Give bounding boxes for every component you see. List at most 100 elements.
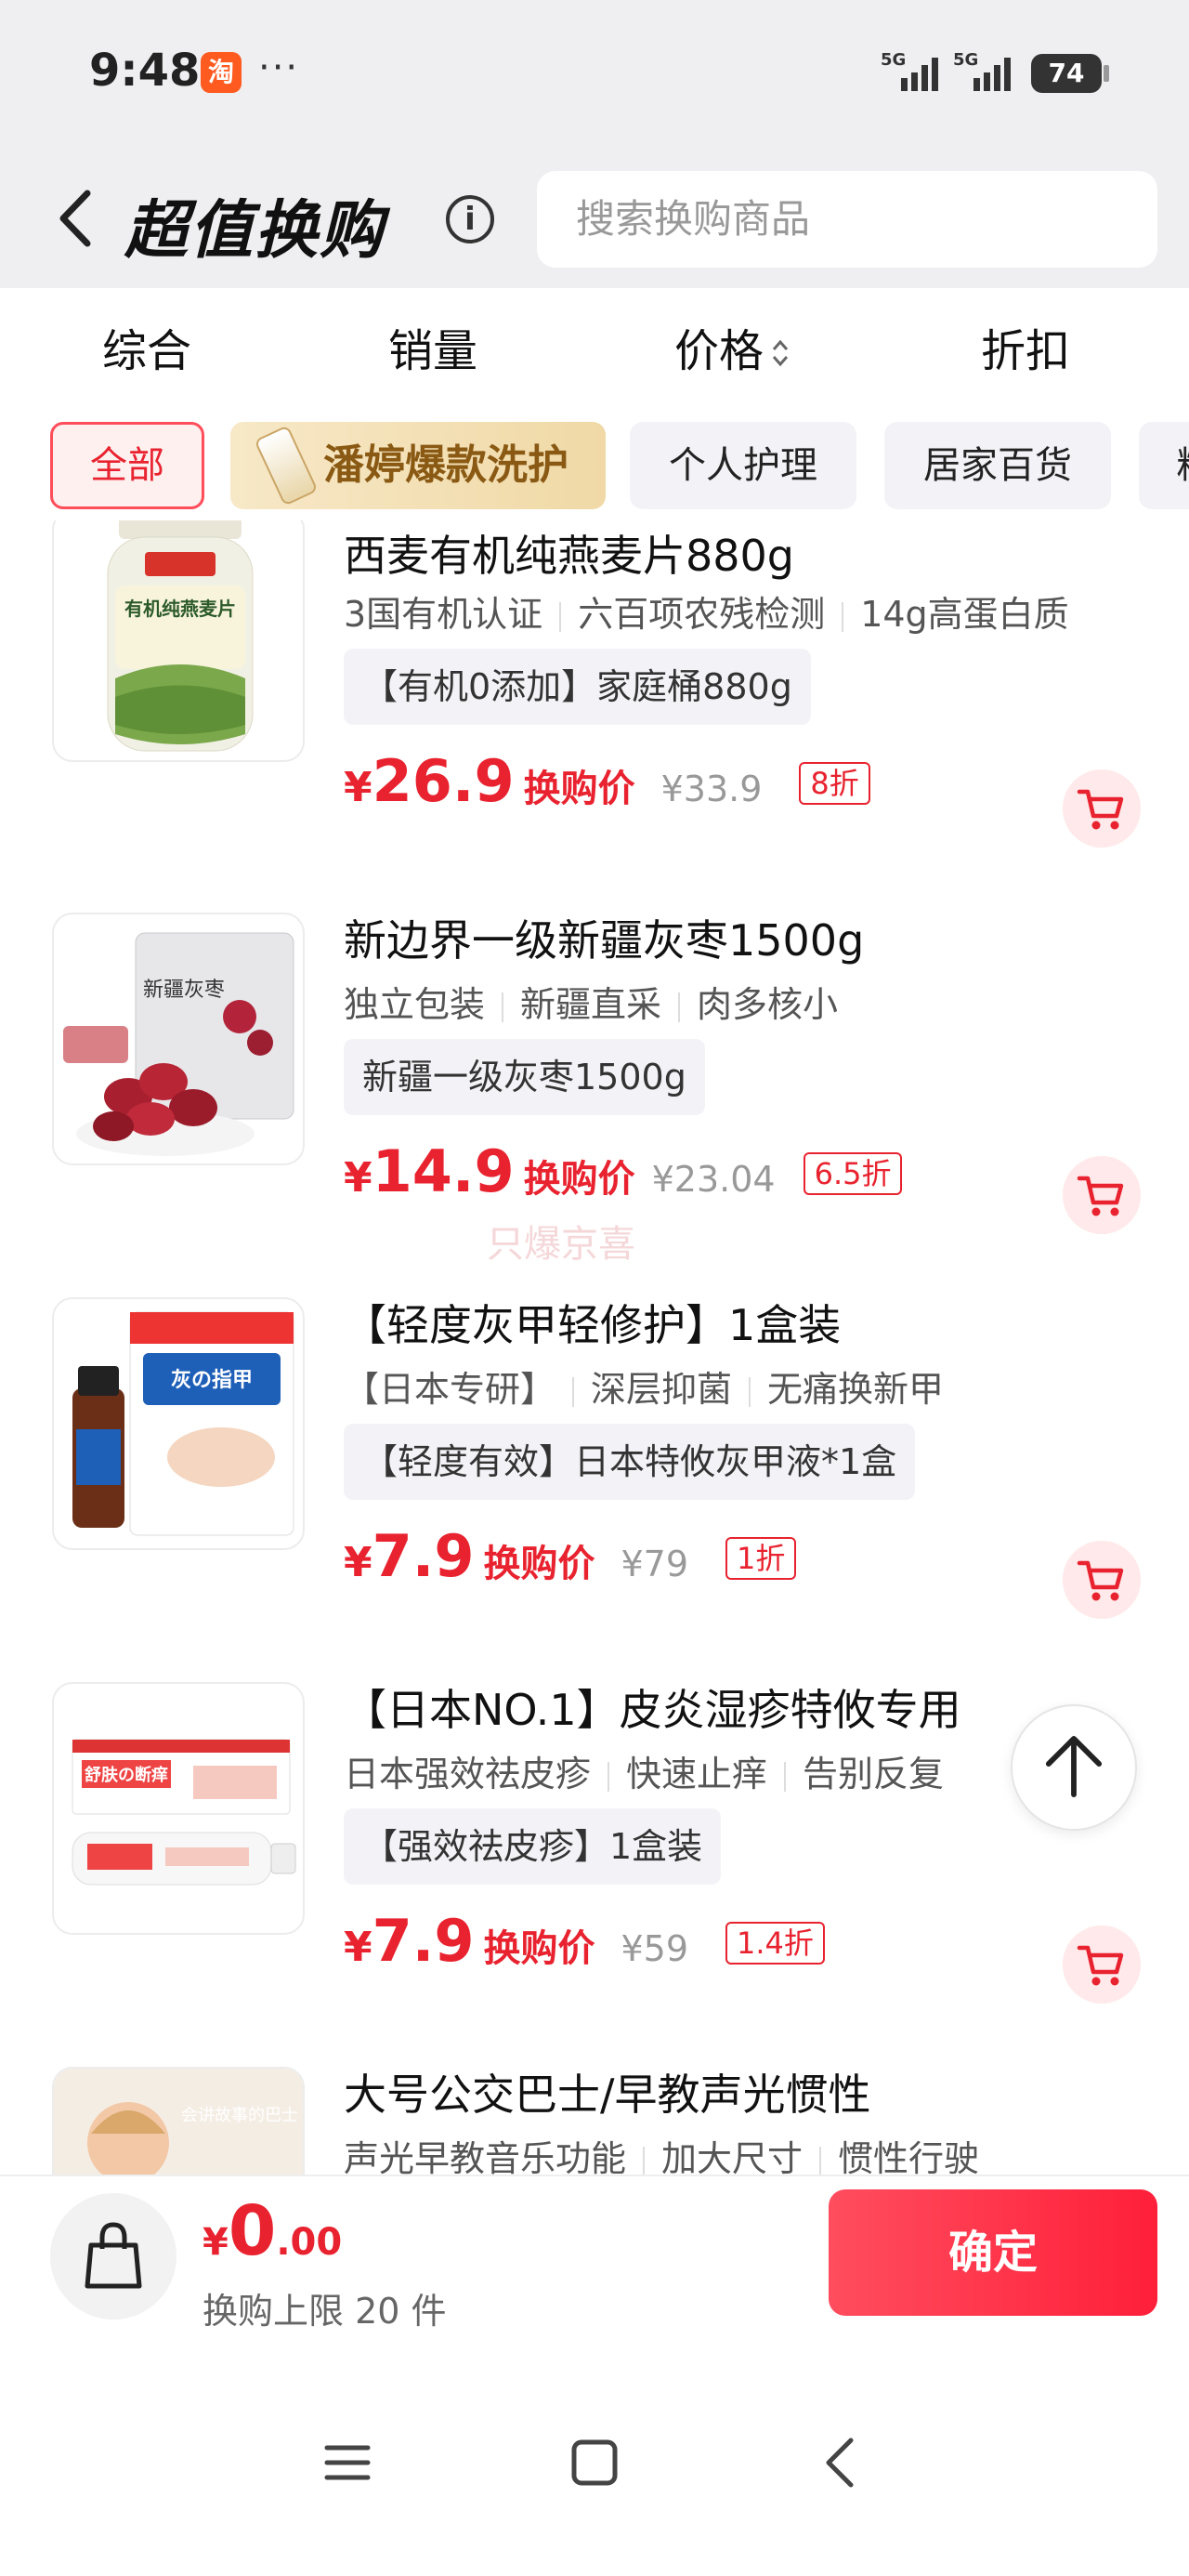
- price-label: 换购价: [523, 1158, 635, 1201]
- price-value: 7.9: [372, 1522, 475, 1590]
- price-value: 26.9: [372, 747, 515, 815]
- sort-caret-icon: [772, 339, 789, 367]
- category-chips: 全部 潘婷爆款洗护 个人护理 居家百货 粮: [0, 400, 1189, 520]
- product-tag: 【日本专研】: [344, 1369, 556, 1410]
- add-to-cart-icon[interactable]: [1063, 769, 1141, 848]
- product-title[interactable]: 【日本NO.1】皮炎湿疹特攸专用: [344, 1676, 961, 1738]
- product-thumbnail[interactable]: 舒肤の断痒: [52, 1682, 305, 1935]
- product-tag: 快速止痒: [626, 1754, 768, 1794]
- product-title[interactable]: 西麦有机纯燕麦片880g: [344, 522, 794, 584]
- price-label: 换购价: [523, 768, 635, 810]
- sort-tab-sales[interactable]: 销量: [388, 314, 477, 379]
- product-price: ¥7.9 换购价 ¥59 1.4折: [344, 1907, 825, 1975]
- chip-pantene-label: 潘婷爆款洗护: [323, 441, 568, 489]
- product-tags: 【日本专研】 深层抑菌 无痛换新甲: [344, 1360, 944, 1412]
- watermark: 只爆京喜: [487, 1223, 635, 1266]
- chip-home-goods[interactable]: 居家百货: [884, 422, 1111, 509]
- signal-5g-icon: 5G: [881, 50, 938, 91]
- product-tag: 六百项农残检测: [578, 594, 826, 635]
- shopping-bag-icon[interactable]: [50, 2193, 176, 2320]
- sort-tab-comprehensive[interactable]: 综合: [102, 314, 191, 379]
- confirm-button[interactable]: 确定: [829, 2189, 1157, 2316]
- checkout-bar: ¥0.00 换购上限 20 件 确定: [0, 2175, 1189, 2360]
- chip-all[interactable]: 全部: [50, 422, 204, 509]
- svg-text:有机纯燕麦片: 有机纯燕麦片: [124, 598, 236, 620]
- svg-text:新疆灰枣: 新疆灰枣: [143, 979, 225, 1002]
- chip-pantene-promo[interactable]: 潘婷爆款洗护: [230, 422, 606, 509]
- product-tags: 3国有机认证 六百项农残检测 14g高蛋白质: [344, 585, 1069, 637]
- product-tag: 深层抑菌: [591, 1369, 733, 1410]
- sort-tab-price[interactable]: 价格: [674, 314, 790, 379]
- svg-text:5G: 5G: [953, 50, 978, 70]
- product-price: ¥26.9 换购价 ¥33.9 8折: [344, 747, 870, 815]
- status-bar: 9:48 淘 ··· 5G 5G 74: [0, 0, 1189, 149]
- product-item[interactable]: 有机纯燕麦片 西麦有机纯燕麦片880g 3国有机认证 六百项农残检测 14g高蛋白质…: [0, 520, 1189, 903]
- original-price: ¥79: [621, 1544, 688, 1584]
- back-arrow-icon[interactable]: [52, 186, 98, 251]
- product-thumbnail[interactable]: 新疆灰枣: [52, 913, 305, 1165]
- product-thumbnail[interactable]: 会讲故事的巴士: [52, 2067, 305, 2175]
- product-item[interactable]: 会讲故事的巴士 大号公交巴士/早教声光惯性 声光早教音乐功能 加大尺寸 惯性行驶: [0, 2057, 1189, 2175]
- search-input[interactable]: 搜索换购商品: [537, 171, 1157, 268]
- chip-personal-care[interactable]: 个人护理: [630, 422, 856, 509]
- sort-tab-price-label: 价格: [674, 325, 764, 377]
- pantene-bottle-icon: [254, 425, 319, 506]
- product-title[interactable]: 新边界一级新疆灰枣1500g: [344, 907, 864, 968]
- add-to-cart-icon[interactable]: [1063, 1925, 1141, 2004]
- svg-text:会讲故事的巴士: 会讲故事的巴士: [181, 2106, 298, 2125]
- product-tag: 肉多核小: [697, 984, 839, 1025]
- product-list: 有机纯燕麦片 西麦有机纯燕麦片880g 3国有机认证 六百项农残检测 14g高蛋白质…: [0, 520, 1189, 2175]
- product-spec[interactable]: 【有机0添加】家庭桶880g: [344, 649, 811, 725]
- sort-tab-discount[interactable]: 折扣: [981, 314, 1070, 379]
- system-nav-bar: [0, 2360, 1189, 2576]
- home-icon[interactable]: [557, 2425, 632, 2500]
- price-label: 换购价: [483, 1927, 595, 1970]
- product-price: ¥7.9 换购价 ¥79 1折: [344, 1522, 797, 1590]
- product-item[interactable]: 舒肤の断痒 【日本NO.1】皮炎湿疹特攸专用 日本强效祛皮疹 快速止痒 告别反复 【…: [0, 1673, 1189, 2057]
- status-more-icon: ···: [258, 46, 300, 89]
- product-thumbnail[interactable]: 有机纯燕麦片: [52, 520, 305, 762]
- product-spec[interactable]: 【强效祛皮疹】1盒装: [344, 1808, 722, 1885]
- taobao-app-icon: 淘: [201, 52, 242, 93]
- product-tag: 14g高蛋白质: [860, 594, 1069, 635]
- product-spec[interactable]: 新疆一级灰枣1500g: [344, 1039, 705, 1115]
- product-tag: 3国有机认证: [344, 594, 543, 635]
- discount-badge: 1.4折: [725, 1922, 825, 1965]
- product-tags: 独立包装 新疆直采 肉多核小: [344, 976, 838, 1027]
- product-tag: 新疆直采: [520, 984, 662, 1025]
- add-to-cart-icon[interactable]: [1063, 1541, 1141, 1619]
- product-spec[interactable]: 【轻度有效】日本特攸灰甲液*1盒: [344, 1424, 916, 1500]
- product-title[interactable]: 大号公交巴士/早教声光惯性: [344, 2061, 871, 2123]
- discount-badge: 8折: [799, 762, 870, 805]
- original-price: ¥59: [621, 1928, 688, 1969]
- product-tags: 声光早教音乐功能 加大尺寸 惯性行驶: [344, 2130, 979, 2175]
- discount-badge: 6.5折: [803, 1152, 903, 1195]
- status-time: 9:48: [89, 45, 201, 97]
- exchange-limit: 换购上限 20 件: [203, 2291, 447, 2332]
- info-icon[interactable]: i: [446, 195, 494, 243]
- product-tag: 加大尺寸: [661, 2138, 804, 2175]
- product-tag: 声光早教音乐功能: [344, 2138, 627, 2175]
- price-value: 7.9: [372, 1907, 475, 1975]
- product-item[interactable]: 灰の指甲 【轻度灰甲轻修护】1盒装 【日本专研】 深层抑菌 无痛换新甲 【轻度有效】…: [0, 1288, 1189, 1673]
- product-tag: 日本强效祛皮疹: [344, 1754, 592, 1794]
- add-to-cart-icon[interactable]: [1063, 1156, 1141, 1234]
- jujube-package-image: 新疆灰枣: [63, 932, 294, 1156]
- battery-tip: [1104, 65, 1109, 82]
- product-title[interactable]: 【轻度灰甲轻修护】1盒装: [344, 1292, 841, 1353]
- total-price: ¥0.00: [203, 2191, 343, 2271]
- eczema-cream-image: 舒肤の断痒: [72, 1739, 296, 1886]
- product-thumbnail[interactable]: 灰の指甲: [52, 1297, 305, 1550]
- price-value: 14.9: [372, 1137, 515, 1205]
- page-title: 超值换购: [124, 194, 385, 268]
- discount-badge: 1折: [725, 1537, 797, 1580]
- sort-bar: 综合 销量 价格 折扣: [0, 288, 1189, 400]
- product-tag: 独立包装: [344, 984, 486, 1025]
- scroll-to-top-icon[interactable]: [1011, 1704, 1137, 1831]
- nav-back-icon[interactable]: [804, 2425, 879, 2500]
- svg-text:5G: 5G: [881, 50, 906, 70]
- product-price: ¥14.9 换购价 ¥23.04 6.5折: [344, 1137, 903, 1205]
- chip-grain[interactable]: 粮: [1139, 422, 1189, 509]
- original-price: ¥23.04: [651, 1159, 776, 1200]
- menu-icon[interactable]: [310, 2425, 385, 2500]
